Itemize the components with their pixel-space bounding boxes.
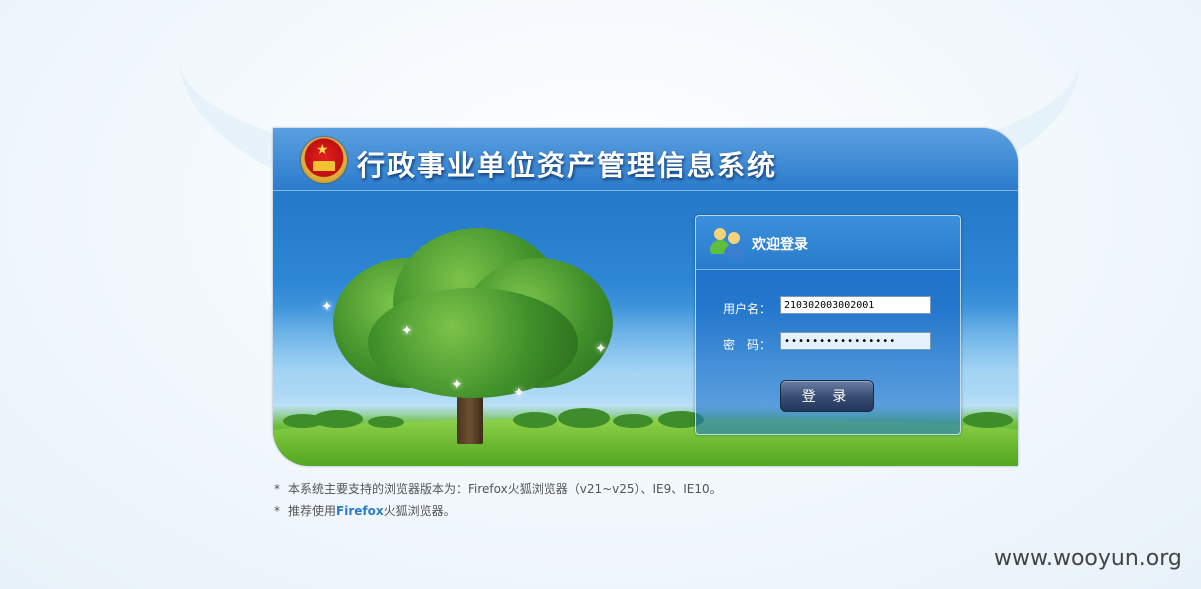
sparkle-icon: ✦ xyxy=(401,323,413,339)
username-label: 用户名： xyxy=(723,302,772,316)
login-button[interactable]: 登 录 xyxy=(780,380,874,412)
system-title: 行政事业单位资产管理信息系统 xyxy=(357,149,778,182)
note-line-2: * 推荐使用Firefox火狐浏览器。 xyxy=(274,500,722,522)
login-header: 欢迎登录 xyxy=(696,216,960,270)
browser-notes: * 本系统主要支持的浏览器版本为：Firefox火狐浏览器（v21~v25）、IE… xyxy=(274,478,722,522)
sparkle-icon: ✦ xyxy=(321,299,333,315)
users-icon xyxy=(710,226,746,258)
bullet: * xyxy=(274,482,280,496)
bullet: * xyxy=(274,504,280,518)
password-label: 密 码： xyxy=(723,338,772,352)
login-panel: ★ 行政事业单位资产管理信息系统 ✦ ✦ ✦ ✦ ✦ 欢迎登录 用户名： 210… xyxy=(273,128,1018,466)
login-form: 欢迎登录 用户名： 密 码： 登 录 xyxy=(695,215,961,435)
note-line-1: * 本系统主要支持的浏览器版本为：Firefox火狐浏览器（v21~v25）、IE… xyxy=(274,478,722,500)
national-emblem-icon: ★ xyxy=(301,137,347,183)
note-text-1: 本系统主要支持的浏览器版本为：Firefox火狐浏览器（v21~v25）、IE9… xyxy=(288,482,722,496)
sparkle-icon: ✦ xyxy=(451,377,463,393)
firefox-highlight: Firefox xyxy=(336,504,384,518)
note-text-2-suffix: 火狐浏览器。 xyxy=(383,504,456,518)
watermark: www.wooyun.org xyxy=(994,546,1182,571)
password-input[interactable] xyxy=(780,332,931,350)
sparkle-icon: ✦ xyxy=(513,385,525,401)
sparkle-icon: ✦ xyxy=(595,341,607,357)
header-bar: ★ 行政事业单位资产管理信息系统 xyxy=(273,128,1018,191)
note-text-2-prefix: 推荐使用 xyxy=(288,504,337,518)
username-input[interactable] xyxy=(780,296,931,314)
login-title: 欢迎登录 xyxy=(752,237,808,253)
